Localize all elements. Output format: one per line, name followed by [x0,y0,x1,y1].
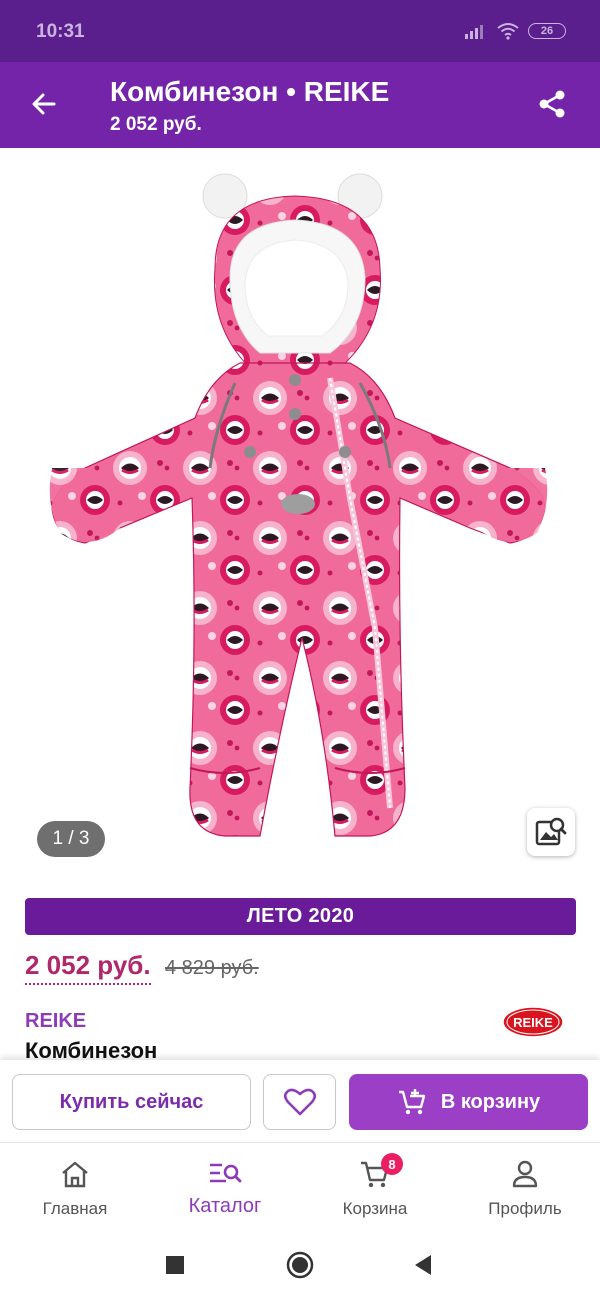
product-name: Комбинезон [25,1038,158,1060]
status-bar: 10:31 26 [0,0,600,62]
product-image[interactable] [40,168,560,858]
nav-label-profile: Профиль [488,1199,562,1218]
nav-label-home: Главная [42,1199,108,1218]
back-button[interactable] [24,84,64,124]
nav-item-catalog[interactable]: Каталог [150,1143,300,1229]
old-price: 4 829 руб. [165,957,259,979]
arrow-back-icon [32,93,56,115]
battery-icon: 26 [528,23,566,39]
nav-item-profile[interactable]: Профиль [450,1143,600,1229]
brand-logo-text: REIKE [513,1015,553,1030]
favorite-button[interactable] [263,1074,336,1130]
square-icon [166,1256,184,1274]
profile-icon [512,1160,538,1188]
catalog-search-icon [210,1163,242,1183]
image-search-button[interactable] [527,808,575,856]
signal-icon [465,25,483,39]
buy-now-button[interactable]: Купить сейчас [12,1074,251,1130]
add-cart-icon [398,1089,426,1115]
share-button[interactable] [532,84,572,124]
action-bar: Купить сейчас В корзину [0,1060,600,1142]
brand-logo[interactable]: REIKE [502,1006,564,1038]
gallery-page-indicator: 1 / 3 [37,821,105,857]
battery-level: 26 [540,25,554,37]
nav-label-catalog: Каталог [188,1195,262,1217]
triangle-back-icon [415,1255,431,1275]
circle-icon [286,1251,314,1279]
nav-icon-wrap: 8 [359,1153,403,1189]
season-badge: ЛЕТО 2020 [25,898,576,935]
brand-link[interactable]: REIKE [25,1010,86,1033]
nav-icon-wrap [59,1159,91,1189]
nav-label-cart: Корзина [342,1199,408,1218]
status-time: 10:31 [36,21,85,42]
cart-count-badge: 8 [381,1153,403,1175]
add-to-cart-button[interactable]: В корзину [349,1074,588,1130]
bottom-nav: Главная Каталог 8 Корзина Профиль [0,1142,600,1228]
page-subtitle-price: 2 052 руб. [110,114,202,135]
current-price: 2 052 руб. [25,950,151,985]
app-bar: Комбинезон • REIKE 2 052 руб. [0,62,600,148]
add-to-cart-label: В корзину [440,1090,541,1113]
nav-icon-wrap [208,1159,242,1189]
share-icon [539,90,565,118]
nav-item-cart[interactable]: 8 Корзина [300,1143,450,1229]
nav-icon-wrap [510,1159,540,1189]
status-icons: 26 [464,22,566,40]
back-system-button[interactable] [408,1250,438,1280]
wifi-icon [497,23,519,40]
system-nav-bar [0,1228,600,1299]
heart-icon [283,1088,316,1116]
recents-button[interactable] [160,1250,190,1280]
home-system-button[interactable] [285,1250,315,1280]
home-icon [62,1161,88,1188]
nav-item-home[interactable]: Главная [0,1143,150,1229]
page-title: Комбинезон • REIKE [110,76,390,107]
product-gallery[interactable]: 1 / 3 [0,148,600,883]
image-search-icon [535,817,567,846]
